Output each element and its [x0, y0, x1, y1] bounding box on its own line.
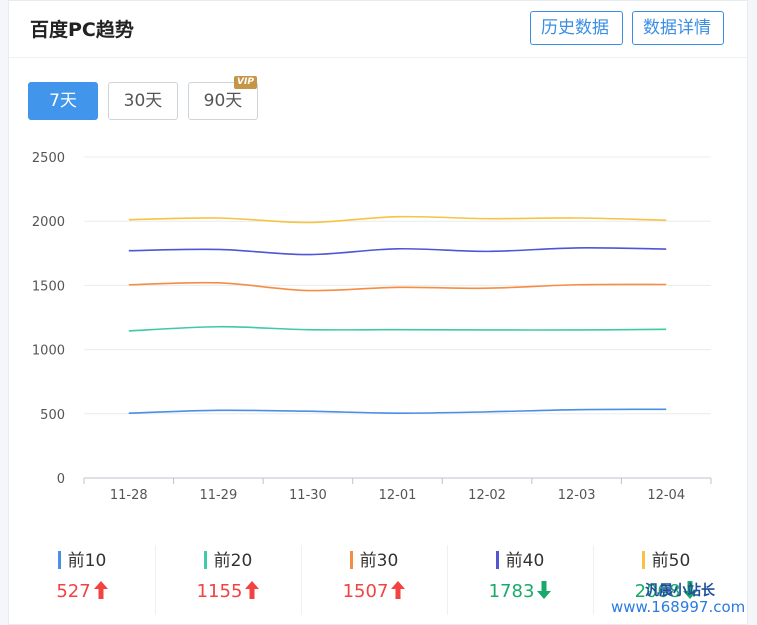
watermark-url: www.168997.com: [611, 598, 746, 616]
stat-label-top10: 前10: [67, 551, 107, 571]
y-tick-label: 2500: [32, 151, 65, 166]
x-tick-label: 12-02: [468, 488, 506, 503]
y-tick-label: 1000: [32, 344, 65, 359]
data-detail-button[interactable]: 数据详情: [632, 11, 724, 45]
stat-label-top50: 前50: [651, 551, 691, 571]
y-tick-label: 2000: [32, 215, 65, 230]
arrow-up-icon: [245, 581, 260, 599]
stat-top30: 前30 1507: [301, 541, 447, 621]
x-tick-label: 11-28: [110, 488, 148, 503]
x-tick-label: 11-30: [289, 488, 327, 503]
stat-label-top20: 前20: [213, 551, 253, 571]
site-watermark: 汎晨小站长 www.168997.com: [611, 580, 757, 620]
stat-top20: 前20 1155: [155, 541, 301, 621]
x-tick-label: 12-04: [647, 488, 685, 503]
arrow-up-icon: [93, 581, 108, 599]
stat-value-top20: 1155: [196, 581, 243, 602]
series-line-3: [128, 281, 667, 292]
card-header: 百度PC趋势 历史数据 数据详情: [9, 1, 747, 58]
stat-top40: 前40 1783: [447, 541, 593, 621]
series-line-2: [128, 325, 667, 332]
series-line-4: [128, 247, 667, 256]
legend-bar-top40: [495, 551, 499, 569]
y-tick-label: 0: [57, 472, 65, 487]
x-tick-label: 12-01: [379, 488, 417, 503]
stat-top10: 前10 527: [9, 541, 155, 621]
stat-label-top40: 前40: [505, 551, 545, 571]
range-7-days-button[interactable]: 7天: [28, 82, 98, 120]
stat-value-top40: 1783: [488, 581, 535, 602]
baidu-pc-trend-card: 百度PC趋势 历史数据 数据详情 7天 30天 90天 VIP 0 500 1000…: [8, 0, 748, 625]
legend-bar-top50: [641, 551, 645, 569]
x-tick-label: 11-29: [199, 488, 237, 503]
legend-bar-top20: [203, 551, 207, 569]
card-title: 百度PC趋势: [30, 19, 134, 41]
arrow-down-icon: [537, 581, 552, 599]
stat-label-top30: 前30: [359, 551, 399, 571]
history-data-button[interactable]: 历史数据: [530, 11, 623, 45]
legend-bar-top10: [57, 551, 61, 569]
y-tick-label: 1500: [32, 279, 65, 294]
arrow-up-icon: [391, 581, 406, 599]
legend-bar-top30: [349, 551, 353, 569]
series-line-1: [128, 408, 667, 414]
y-tick-label: 500: [40, 408, 65, 423]
trend-line-chart: 0 500 1000 1500 2000 2500 11-28 11-29 11-30 12-01…: [32, 151, 712, 503]
x-tick-label: 12-03: [558, 488, 596, 503]
watermark-name: 汎晨小站长: [645, 583, 715, 599]
vip-badge: VIP: [234, 76, 257, 89]
range-30-days-button[interactable]: 30天: [108, 82, 178, 120]
stat-value-top30: 1507: [342, 581, 389, 602]
stat-value-top10: 527: [56, 581, 91, 602]
